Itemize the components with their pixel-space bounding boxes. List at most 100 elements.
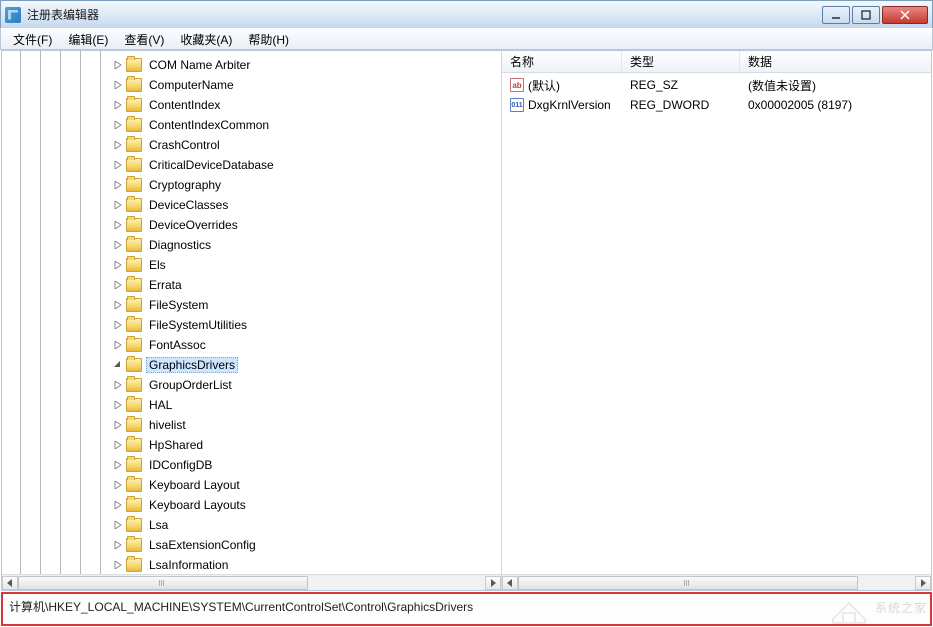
expand-icon[interactable] bbox=[112, 119, 124, 131]
value-row[interactable]: 011DxgKrnlVersionREG_DWORD0x00002005 (81… bbox=[502, 95, 931, 115]
scroll-left-arrow[interactable] bbox=[502, 576, 518, 590]
tree-node[interactable]: hivelist bbox=[2, 415, 501, 435]
tree-node[interactable]: FileSystem bbox=[2, 295, 501, 315]
expand-icon[interactable] bbox=[112, 159, 124, 171]
expand-icon[interactable] bbox=[112, 559, 124, 571]
folder-icon bbox=[126, 58, 142, 72]
tree-node[interactable]: HpShared bbox=[2, 435, 501, 455]
tree-node[interactable]: FileSystemUtilities bbox=[2, 315, 501, 335]
value-data: (数值未设置) bbox=[740, 77, 931, 94]
tree-node[interactable]: LsaInformation bbox=[2, 555, 501, 575]
scroll-right-arrow[interactable] bbox=[485, 576, 501, 590]
tree-node[interactable]: ComputerName bbox=[2, 75, 501, 95]
column-type[interactable]: 类型 bbox=[622, 51, 740, 72]
tree-node[interactable]: Keyboard Layout bbox=[2, 475, 501, 495]
tree-node[interactable]: Errata bbox=[2, 275, 501, 295]
tree-node[interactable]: Els bbox=[2, 255, 501, 275]
scroll-left-arrow[interactable] bbox=[2, 576, 18, 590]
menu-view[interactable]: 查看(V) bbox=[116, 29, 172, 50]
values-list[interactable]: ab(默认)REG_SZ(数值未设置)011DxgKrnlVersionREG_… bbox=[502, 73, 931, 117]
tree-node[interactable]: DeviceClasses bbox=[2, 195, 501, 215]
folder-icon bbox=[126, 518, 142, 532]
tree-node[interactable]: LsaExtensionConfig bbox=[2, 535, 501, 555]
tree-node-label: Keyboard Layout bbox=[146, 477, 243, 493]
menu-favorites[interactable]: 收藏夹(A) bbox=[172, 29, 240, 50]
tree-node[interactable]: FontAssoc bbox=[2, 335, 501, 355]
expand-icon[interactable] bbox=[112, 299, 124, 311]
tree-node-label: CrashControl bbox=[146, 137, 223, 153]
window-title: 注册表编辑器 bbox=[27, 6, 822, 23]
expand-icon[interactable] bbox=[112, 319, 124, 331]
menu-edit[interactable]: 编辑(E) bbox=[60, 29, 116, 50]
column-data[interactable]: 数据 bbox=[740, 51, 931, 72]
close-button[interactable] bbox=[882, 6, 928, 24]
tree-node[interactable]: CriticalDeviceDatabase bbox=[2, 155, 501, 175]
column-name[interactable]: 名称 bbox=[502, 51, 622, 72]
folder-icon bbox=[126, 198, 142, 212]
maximize-button[interactable] bbox=[852, 6, 880, 24]
tree-node[interactable]: COM Name Arbiter bbox=[2, 55, 501, 75]
folder-icon bbox=[126, 538, 142, 552]
folder-icon bbox=[126, 358, 142, 372]
expand-icon[interactable] bbox=[112, 239, 124, 251]
expand-icon[interactable] bbox=[112, 279, 124, 291]
folder-icon bbox=[126, 138, 142, 152]
tree-node[interactable]: Cryptography bbox=[2, 175, 501, 195]
tree-node[interactable]: Diagnostics bbox=[2, 235, 501, 255]
value-type: REG_DWORD bbox=[622, 98, 740, 112]
tree-node[interactable]: ContentIndexCommon bbox=[2, 115, 501, 135]
values-pane: 名称 类型 数据 ab(默认)REG_SZ(数值未设置)011DxgKrnlVe… bbox=[502, 51, 931, 590]
expand-icon[interactable] bbox=[112, 179, 124, 191]
folder-icon bbox=[126, 118, 142, 132]
expand-icon[interactable] bbox=[112, 499, 124, 511]
tree-node[interactable]: DeviceOverrides bbox=[2, 215, 501, 235]
expand-icon[interactable] bbox=[112, 439, 124, 451]
scroll-thumb[interactable] bbox=[18, 576, 308, 590]
expand-icon[interactable] bbox=[112, 539, 124, 551]
tree-node-label: LsaExtensionConfig bbox=[146, 537, 259, 553]
tree-node[interactable]: HAL bbox=[2, 395, 501, 415]
folder-icon bbox=[126, 418, 142, 432]
folder-icon bbox=[126, 98, 142, 112]
tree-node-label: Cryptography bbox=[146, 177, 224, 193]
tree-node[interactable]: GroupOrderList bbox=[2, 375, 501, 395]
expand-icon[interactable] bbox=[112, 59, 124, 71]
expand-icon[interactable] bbox=[112, 139, 124, 151]
value-name: DxgKrnlVersion bbox=[528, 98, 611, 112]
expand-icon[interactable] bbox=[112, 479, 124, 491]
tree-node[interactable]: ContentIndex bbox=[2, 95, 501, 115]
expand-icon[interactable] bbox=[112, 99, 124, 111]
values-horizontal-scrollbar[interactable] bbox=[502, 574, 931, 590]
expand-icon[interactable] bbox=[112, 359, 124, 371]
tree-node[interactable]: CrashControl bbox=[2, 135, 501, 155]
tree-node[interactable]: Lsa bbox=[2, 515, 501, 535]
expand-icon[interactable] bbox=[112, 199, 124, 211]
expand-icon[interactable] bbox=[112, 459, 124, 471]
expand-icon[interactable] bbox=[112, 339, 124, 351]
tree-node-label: DeviceClasses bbox=[146, 197, 231, 213]
registry-tree[interactable]: COM Name ArbiterComputerNameContentIndex… bbox=[2, 51, 501, 590]
expand-icon[interactable] bbox=[112, 399, 124, 411]
expand-icon[interactable] bbox=[112, 419, 124, 431]
expand-icon[interactable] bbox=[112, 259, 124, 271]
menu-help[interactable]: 帮助(H) bbox=[240, 29, 297, 50]
minimize-button[interactable] bbox=[822, 6, 850, 24]
folder-icon bbox=[126, 558, 142, 572]
tree-node[interactable]: IDConfigDB bbox=[2, 455, 501, 475]
tree-horizontal-scrollbar[interactable] bbox=[2, 574, 501, 590]
folder-icon bbox=[126, 218, 142, 232]
expand-icon[interactable] bbox=[112, 219, 124, 231]
expand-icon[interactable] bbox=[112, 379, 124, 391]
tree-node[interactable]: GraphicsDrivers bbox=[2, 355, 501, 375]
tree-node-label: GroupOrderList bbox=[146, 377, 235, 393]
value-row[interactable]: ab(默认)REG_SZ(数值未设置) bbox=[502, 75, 931, 95]
scroll-right-arrow[interactable] bbox=[915, 576, 931, 590]
expand-icon[interactable] bbox=[112, 79, 124, 91]
scroll-track[interactable] bbox=[518, 576, 915, 590]
scroll-thumb[interactable] bbox=[518, 576, 858, 590]
scroll-track[interactable] bbox=[18, 576, 485, 590]
expand-icon[interactable] bbox=[112, 519, 124, 531]
menu-bar: 文件(F) 编辑(E) 查看(V) 收藏夹(A) 帮助(H) bbox=[0, 28, 933, 50]
tree-node[interactable]: Keyboard Layouts bbox=[2, 495, 501, 515]
menu-file[interactable]: 文件(F) bbox=[5, 29, 60, 50]
